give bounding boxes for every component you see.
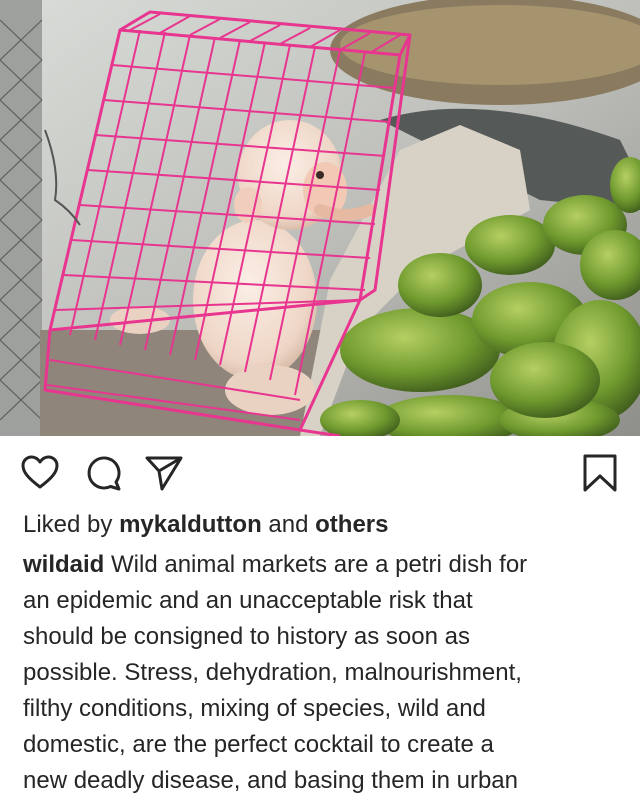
comment-icon[interactable] bbox=[83, 453, 123, 493]
liker-username[interactable]: mykaldutton bbox=[119, 511, 262, 538]
caption-line: an epidemic and an unacceptable risk tha… bbox=[23, 587, 473, 614]
caption-line: wildaid Wild animal markets are a petri … bbox=[23, 547, 627, 583]
caption-line: possible. Stress, dehydration, malnouris… bbox=[23, 659, 522, 686]
likes-prefix: Liked by bbox=[23, 511, 120, 538]
heart-icon[interactable] bbox=[20, 453, 60, 493]
post-action-bar bbox=[0, 436, 640, 510]
likes-summary: Liked by mykaldutton and others bbox=[23, 510, 389, 540]
caption-username[interactable]: wildaid bbox=[23, 551, 104, 578]
bookmark-icon[interactable] bbox=[580, 453, 620, 493]
likes-middle: and bbox=[261, 511, 316, 538]
likes-others-link[interactable]: others bbox=[315, 511, 388, 538]
caption-line: new deadly disease, and basing them in u… bbox=[23, 767, 518, 794]
monkey-cage-illustration bbox=[0, 0, 640, 436]
caption-line: should be consigned to history as soon a… bbox=[23, 623, 470, 650]
caption-text: Wild animal markets are a petri dish for bbox=[104, 551, 528, 578]
send-icon[interactable] bbox=[144, 453, 184, 493]
caption-line: domestic, are the perfect cocktail to cr… bbox=[23, 731, 494, 758]
post-photo[interactable] bbox=[0, 0, 640, 436]
caption-line: filthy conditions, mixing of species, wi… bbox=[23, 695, 486, 722]
post-caption: wildaid Wild animal markets are a petri … bbox=[23, 547, 627, 799]
